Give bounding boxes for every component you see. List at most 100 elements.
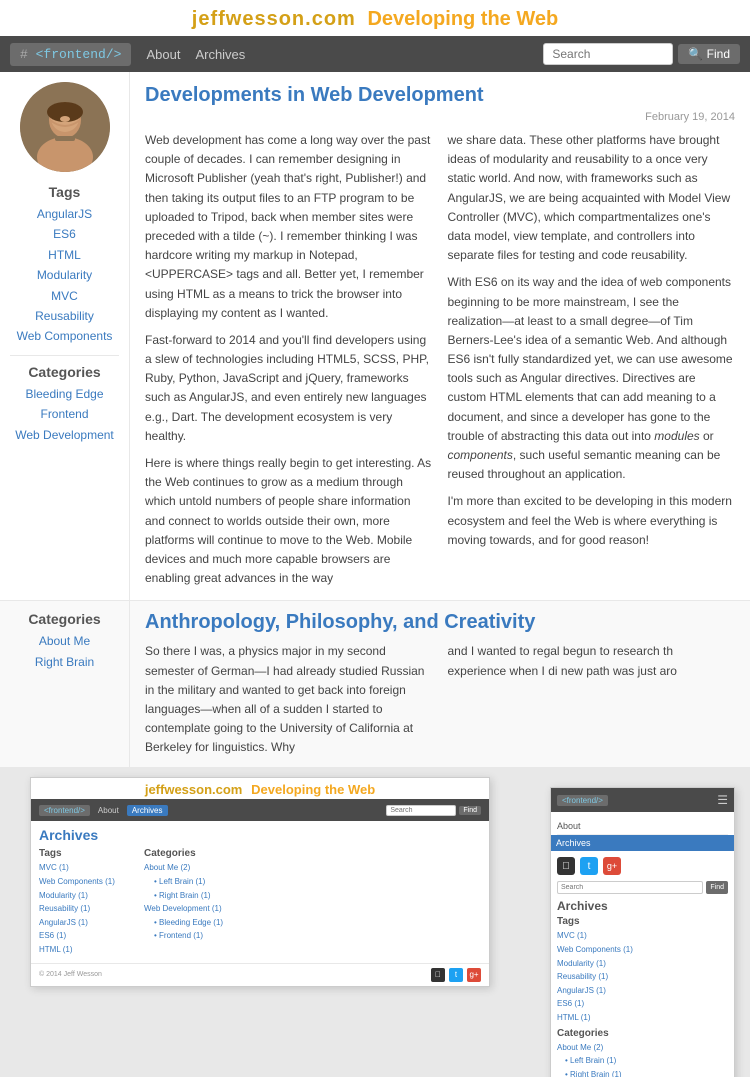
mob-tag-mod[interactable]: Modularity (1) — [557, 957, 728, 971]
second-sidebar: Categories About Me Right Brain — [0, 601, 130, 767]
mob-find-btn[interactable]: Find — [706, 881, 728, 894]
gplus-icon[interactable]: g+ — [467, 968, 481, 982]
mini-desktop-nav-archives[interactable]: Archives — [127, 805, 168, 816]
mob-search-input[interactable] — [557, 881, 703, 894]
mini-desktop-title: Archives — [39, 827, 481, 843]
brand-text: <frontend/> — [36, 47, 122, 62]
site-name: jeffwesson.com — [192, 8, 356, 30]
github-icon[interactable]:  — [431, 968, 445, 982]
cat2-about-me[interactable]: About Me — [10, 631, 119, 651]
mob-tag-wc[interactable]: Web Components (1) — [557, 943, 728, 957]
mob-body: About Archives  t g+ Find Archives Tags… — [551, 812, 734, 1077]
tag-web-components[interactable]: Web Components — [10, 326, 119, 346]
mini-footer-icons:  t g+ — [431, 968, 481, 982]
cat-web-development[interactable]: Web Development — [10, 425, 119, 445]
twitter-icon[interactable]: t — [449, 968, 463, 982]
article-1-col1-p2: Fast-forward to 2014 and you'll find dev… — [145, 331, 433, 446]
mini-tag-es6[interactable]: ES6 (1) — [39, 929, 129, 943]
cat2-right-brain[interactable]: Right Brain — [10, 652, 119, 672]
mob-search-area: Find — [557, 881, 728, 894]
article-1-body: Web development has come a long way over… — [145, 131, 735, 588]
mob-twitter-icon[interactable]: t — [580, 857, 598, 875]
mini-tag-wc[interactable]: Web Components (1) — [39, 875, 129, 889]
mob-nav-about[interactable]: About — [557, 818, 728, 835]
mini-desktop-navbar: <frontend/> About Archives Find — [31, 799, 489, 821]
mini-tag-html[interactable]: HTML (1) — [39, 943, 129, 957]
mob-cat-left-brain[interactable]: • Left Brain (1) — [557, 1054, 728, 1068]
mob-cat-right-brain[interactable]: • Right Brain (1) — [557, 1068, 728, 1077]
mini-tags-title: Tags — [39, 848, 129, 859]
mob-nav-archives[interactable]: Archives — [551, 835, 734, 851]
mob-gplus-icon[interactable]: g+ — [603, 857, 621, 875]
mini-desktop-footer: © 2014 Jeff Wesson  t g+ — [31, 963, 489, 986]
mini-desktop-find-btn[interactable]: Find — [459, 806, 481, 815]
mini-cat-right-brain[interactable]: • Right Brain (1) — [144, 889, 481, 903]
article-2-col1-text: So there I was, a physics major in my se… — [145, 642, 433, 757]
mob-navbar: <frontend/> ☰ — [551, 788, 734, 812]
article-content: Developments in Web Development February… — [130, 72, 750, 600]
article-2-body: So there I was, a physics major in my se… — [145, 642, 735, 757]
mini-desktop-search-area: Find — [386, 805, 481, 816]
article-1: Developments in Web Development February… — [145, 84, 735, 588]
tag-reusability[interactable]: Reusability — [10, 306, 119, 326]
tag-angularjs[interactable]: AngularJS — [10, 204, 119, 224]
mob-social-icons:  t g+ — [557, 851, 728, 881]
mini-tag-angular[interactable]: AngularJS (1) — [39, 916, 129, 930]
avatar — [20, 82, 110, 172]
mini-cat-frontend[interactable]: • Frontend (1) — [144, 929, 481, 943]
mini-cat-about[interactable]: About Me (2) — [144, 861, 481, 875]
cat-frontend[interactable]: Frontend — [10, 404, 119, 424]
mini-desktop-screenshot: jeffwesson.com Developing the Web <front… — [30, 777, 490, 986]
mini-desktop-search-input[interactable] — [386, 805, 456, 816]
mini-desktop-body: Archives Tags MVC (1) Web Components (1)… — [31, 821, 489, 962]
mob-archives-title: Archives — [557, 899, 728, 913]
brand-hash: # — [20, 47, 28, 62]
second-section: Categories About Me Right Brain Anthropo… — [0, 600, 750, 767]
article-1-title: Developments in Web Development — [145, 84, 735, 107]
article-1-col1: Web development has come a long way over… — [145, 131, 433, 588]
tag-es6[interactable]: ES6 — [10, 224, 119, 244]
mob-cats-title: Categories — [557, 1028, 728, 1039]
article-1-col1-p1: Web development has come a long way over… — [145, 131, 433, 323]
mob-tag-reuse[interactable]: Reusability (1) — [557, 970, 728, 984]
main-container: Tags AngularJS ES6 HTML Modularity MVC R… — [0, 72, 750, 600]
tag-modularity[interactable]: Modularity — [10, 265, 119, 285]
sidebar-divider — [10, 355, 119, 356]
mini-cats-title: Categories — [144, 848, 481, 859]
mini-cat-bleeding[interactable]: • Bleeding Edge (1) — [144, 916, 481, 930]
nav-about[interactable]: About — [146, 47, 180, 62]
mini-desktop-brand[interactable]: <frontend/> — [39, 805, 90, 816]
tag-mvc[interactable]: MVC — [10, 286, 119, 306]
article-1-col2-p2: With ES6 on its way and the idea of web … — [448, 273, 736, 484]
mini-mobile-screenshot: <frontend/> ☰ About Archives  t g+ Find… — [550, 787, 735, 1077]
mini-footer-text: © 2014 Jeff Wesson — [39, 971, 102, 978]
find-button[interactable]: 🔍 Find — [678, 44, 740, 64]
mini-tag-reuse[interactable]: Reusability (1) — [39, 902, 129, 916]
mob-hamburger-icon[interactable]: ☰ — [717, 793, 728, 807]
second-sidebar-title: Categories — [10, 611, 119, 627]
mini-cat-webdev[interactable]: Web Development (1) — [144, 902, 481, 916]
nav-archives[interactable]: Archives — [195, 47, 245, 62]
mob-tag-mvc[interactable]: MVC (1) — [557, 929, 728, 943]
mini-cat-left-brain[interactable]: • Left Brain (1) — [144, 875, 481, 889]
article-2-col2: and I wanted to regal begun to research … — [448, 642, 736, 757]
mob-github-icon[interactable]:  — [557, 857, 575, 875]
avatar-image — [20, 82, 110, 172]
brand-logo[interactable]: # <frontend/> — [10, 43, 131, 66]
article-2-col2-text: and I wanted to regal begun to research … — [448, 642, 736, 680]
mob-tag-es6[interactable]: ES6 (1) — [557, 997, 728, 1011]
article-2-col1: So there I was, a physics major in my se… — [145, 642, 433, 757]
mini-desktop-nav-about[interactable]: About — [98, 806, 119, 815]
article-2-title: Anthropology, Philosophy, and Creativity — [145, 611, 735, 634]
mob-tag-html[interactable]: HTML (1) — [557, 1011, 728, 1025]
mini-tag-mod[interactable]: Modularity (1) — [39, 889, 129, 903]
mob-cat-about[interactable]: About Me (2) — [557, 1041, 728, 1055]
mini-desktop-content: Tags MVC (1) Web Components (1) Modulari… — [39, 848, 481, 956]
mob-brand[interactable]: <frontend/> — [557, 795, 608, 806]
article-1-col1-p3: Here is where things really begin to get… — [145, 454, 433, 588]
mob-tag-angular[interactable]: AngularJS (1) — [557, 984, 728, 998]
search-input[interactable] — [543, 43, 673, 65]
mini-tag-mvc[interactable]: MVC (1) — [39, 861, 129, 875]
cat-bleeding-edge[interactable]: Bleeding Edge — [10, 384, 119, 404]
tag-html[interactable]: HTML — [10, 245, 119, 265]
